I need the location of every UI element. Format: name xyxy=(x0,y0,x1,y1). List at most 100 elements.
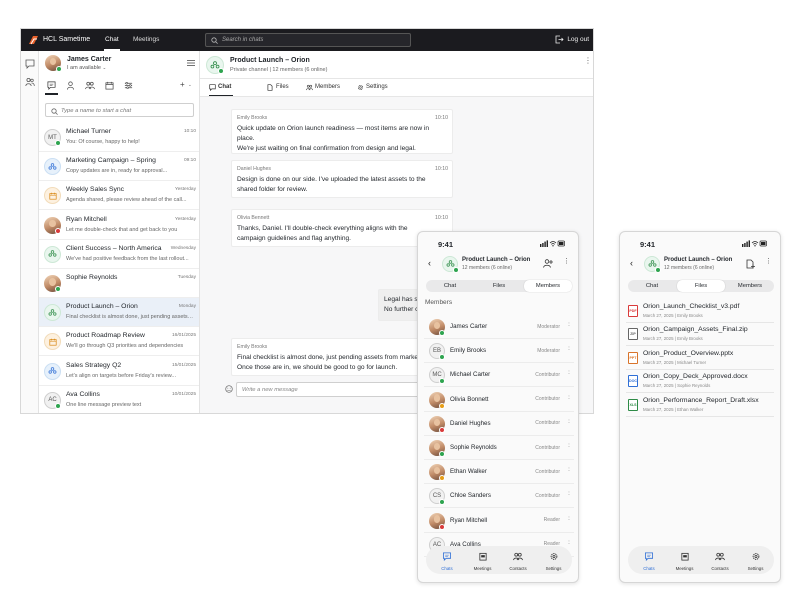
role-chevron-icon[interactable]: ⌃⌄ xyxy=(567,419,571,421)
segment-members[interactable]: Members xyxy=(726,280,774,292)
chat-list-item[interactable]: Sales Strategy Q2 Let's align on targets … xyxy=(39,357,199,386)
member-row[interactable]: CS Chloe Sanders Contributor ⌃⌄ xyxy=(424,484,574,509)
logout-button[interactable]: Log out xyxy=(555,35,589,44)
role-chevron-icon[interactable]: ⌃⌄ xyxy=(567,346,571,348)
role-chevron-icon[interactable]: ⌃⌄ xyxy=(567,516,571,518)
member-role[interactable]: Contributor xyxy=(535,469,560,475)
tab-label: Chats xyxy=(643,565,655,571)
chat-list-item[interactable]: Product Launch – Orion Final checklist is… xyxy=(39,298,199,328)
member-role[interactable]: Contributor xyxy=(535,396,560,402)
message-composer-input[interactable]: Write a new message xyxy=(236,382,436,397)
chat-list-item[interactable]: Ryan Mitchell Let me double-check that an… xyxy=(39,211,199,240)
member-row[interactable]: EB Emily Brooks Moderator ⌃⌄ xyxy=(424,339,574,364)
chats-filter-icon[interactable] xyxy=(47,81,56,90)
tab-contacts[interactable]: Contacts xyxy=(500,546,536,574)
contacts-rail-icon[interactable] xyxy=(25,77,35,87)
member-role[interactable]: Reader xyxy=(544,517,560,523)
role-chevron-icon[interactable]: ⌃⌄ xyxy=(567,395,571,397)
back-chevron-icon[interactable]: ‹ xyxy=(630,258,633,268)
add-member-icon[interactable] xyxy=(543,259,553,268)
member-role[interactable]: Moderator xyxy=(537,324,560,330)
role-chevron-icon[interactable]: ⌃⌄ xyxy=(567,540,571,542)
member-role[interactable]: Moderator xyxy=(537,348,560,354)
member-name: Sophie Reynolds xyxy=(450,444,497,451)
start-chat-placeholder: Type a name to start a chat xyxy=(61,107,132,114)
more-options-icon[interactable]: ⋮ xyxy=(584,57,592,65)
chat-list-item[interactable]: MT Michael Turner You: Of course, happy to… xyxy=(39,123,199,152)
role-chevron-icon[interactable]: ⌃⌄ xyxy=(567,491,571,493)
new-chat-chevron-icon[interactable]: ⌄ xyxy=(188,82,192,88)
tab-settings[interactable]: Settings xyxy=(358,84,388,90)
tab-chats[interactable]: Chats xyxy=(429,546,465,574)
member-row[interactable]: MC Michael Carter Contributor ⌃⌄ xyxy=(424,363,574,388)
file-name: Orion_Product_Overview.pptx xyxy=(643,349,734,357)
start-chat-input[interactable]: Type a name to start a chat xyxy=(45,103,194,117)
menu-icon[interactable] xyxy=(187,60,195,66)
group-filter-icon[interactable] xyxy=(85,81,95,90)
chat-list-item[interactable]: AC Ava Collins One line message preview te… xyxy=(39,386,199,413)
chat-rail-icon[interactable] xyxy=(25,59,35,69)
calendar-icon xyxy=(48,192,57,200)
member-row[interactable]: Daniel Hughes Contributor ⌃⌄ xyxy=(424,412,574,436)
channel-tabs: Chat Files Members Settings xyxy=(200,79,593,97)
file-row[interactable]: DOC Orion_Copy_Deck_Approved.docx March 27… xyxy=(626,370,774,394)
tab-members[interactable]: Members xyxy=(306,84,340,91)
chat-list-item[interactable]: Marketing Campaign – Spring Copy updates … xyxy=(39,152,199,182)
role-chevron-icon[interactable]: ⌃⌄ xyxy=(567,467,571,469)
chat-list-item[interactable]: Sophie Reynolds Tuesday xyxy=(39,269,199,298)
member-role[interactable]: Contributor xyxy=(535,372,560,378)
file-row[interactable]: XLS Orion_Performance_Report_Draft.xlsx Ma… xyxy=(626,394,774,417)
role-chevron-icon[interactable]: ⌃⌄ xyxy=(567,370,571,372)
role-chevron-icon[interactable]: ⌃⌄ xyxy=(567,322,571,324)
member-row[interactable]: Sophie Reynolds Contributor ⌃⌄ xyxy=(424,436,574,460)
tab-settings[interactable]: Settings xyxy=(738,546,774,574)
calendar-filter-icon[interactable] xyxy=(105,81,114,90)
tab-meetings[interactable]: Meetings xyxy=(465,546,501,574)
channel-online-dot xyxy=(218,68,224,74)
file-row[interactable]: ZIP Orion_Campaign_Assets_Final.zip March … xyxy=(626,323,774,347)
file-row[interactable]: PDF Orion_Launch_Checklist_v3.pdf March 27… xyxy=(626,300,774,323)
nav-chat[interactable]: Chat xyxy=(104,36,120,51)
member-role[interactable]: Contributor xyxy=(535,420,560,426)
tab-label: Settings xyxy=(747,565,764,571)
user-status-text[interactable]: I am available ⌄ xyxy=(67,65,106,71)
add-file-icon[interactable] xyxy=(746,259,755,269)
member-row[interactable]: Ryan Mitchell Reader ⌃⌄ xyxy=(424,509,574,533)
tab-meetings[interactable]: Meetings xyxy=(667,546,703,574)
member-role[interactable]: Contributor xyxy=(535,445,560,451)
member-role[interactable]: Contributor xyxy=(535,493,560,499)
segment-members[interactable]: Members xyxy=(524,280,572,292)
more-options-icon[interactable]: ⋮ xyxy=(563,258,570,265)
segment-files[interactable]: Files xyxy=(677,280,725,292)
segment-chat[interactable]: Chat xyxy=(628,280,676,292)
status-dot xyxy=(439,330,445,336)
chat-list-item[interactable]: Client Success – North America We've had … xyxy=(39,240,199,269)
tab-contacts[interactable]: Contacts xyxy=(702,546,738,574)
message-sender: Emily Brooks xyxy=(237,115,268,121)
group-avatar xyxy=(44,158,61,176)
chat-list-item[interactable]: Weekly Sales Sync Agenda shared, please r… xyxy=(39,181,199,211)
global-search-input[interactable]: Search in chats xyxy=(205,33,411,47)
back-chevron-icon[interactable]: ‹ xyxy=(428,258,431,268)
role-chevron-icon[interactable]: ⌃⌄ xyxy=(567,443,571,445)
member-row[interactable]: James Carter Moderator ⌃⌄ xyxy=(424,315,574,339)
person-filter-icon[interactable] xyxy=(66,81,75,90)
tab-files[interactable]: Files xyxy=(267,84,289,91)
sliders-filter-icon[interactable] xyxy=(124,81,133,90)
tab-chat[interactable]: Chat xyxy=(208,84,234,96)
chat-list-item[interactable]: Product Roadmap Review We'll go through Q… xyxy=(39,327,199,357)
tab-label: Meetings xyxy=(675,565,694,571)
bottom-tab-bar: Chats Meetings Contacts Settings xyxy=(426,546,572,574)
segment-files[interactable]: Files xyxy=(475,280,523,292)
member-row[interactable]: Ethan Walker Contributor ⌃⌄ xyxy=(424,460,574,485)
new-chat-plus-icon[interactable]: + xyxy=(180,80,185,89)
tab-settings[interactable]: Settings xyxy=(536,546,572,574)
member-row[interactable]: Olivia Bonnett Contributor ⌃⌄ xyxy=(424,388,574,412)
file-row[interactable]: PPT Orion_Product_Overview.pptx March 27, … xyxy=(626,347,774,370)
search-placeholder: Search in chats xyxy=(222,37,264,43)
segment-chat[interactable]: Chat xyxy=(426,280,474,292)
emoji-icon[interactable] xyxy=(225,385,233,393)
more-options-icon[interactable]: ⋮ xyxy=(765,258,772,265)
tab-chats[interactable]: Chats xyxy=(631,546,667,574)
nav-meetings[interactable]: Meetings xyxy=(133,36,159,43)
